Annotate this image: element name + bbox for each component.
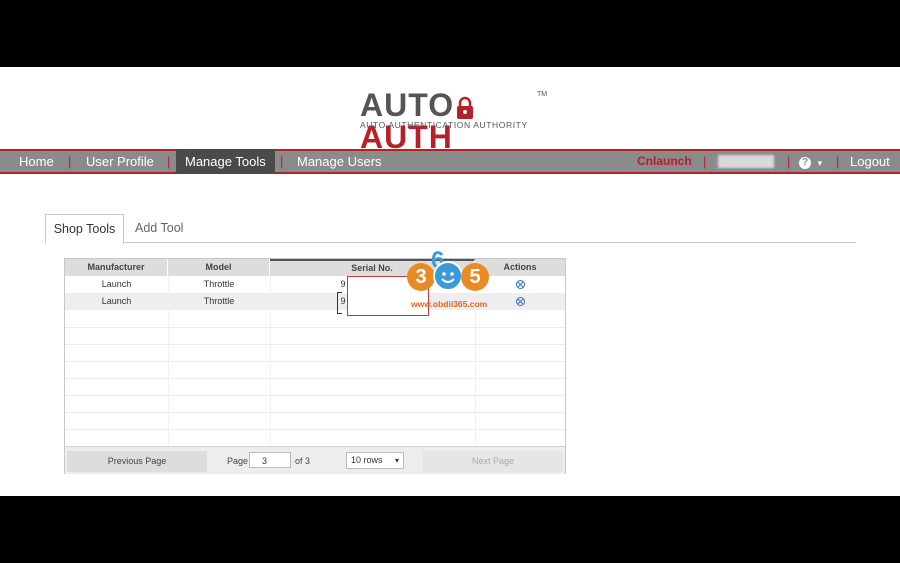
grid-empty-row-line <box>65 327 565 328</box>
next-page-button[interactable]: Next Page <box>423 451 563 472</box>
table-row[interactable]: Launch Throttle 9 <box>65 276 565 293</box>
autoauth-logo: AUTOAUTH TM AUTO AUTHENTICATION AUTHORIT… <box>360 87 550 153</box>
grid-empty-row-line <box>65 344 565 345</box>
remove-icon[interactable] <box>515 280 525 290</box>
redacted-account-name <box>718 155 774 168</box>
grid-pagination: Previous Page Page 3 of 3 10 rows ▾ Next… <box>65 446 565 474</box>
lock-icon <box>455 93 475 119</box>
cell-manufacturer: Launch <box>101 296 132 306</box>
rows-per-page-select[interactable]: 10 rows ▾ <box>346 452 404 469</box>
nav-current-user[interactable]: Cnlaunch <box>637 151 692 172</box>
grid-empty-row-line <box>65 395 565 396</box>
obdii365-watermark: 3 6 5 www.obdii365.com <box>405 247 490 309</box>
help-icon: ? <box>799 156 811 169</box>
app-page: AUTOAUTH TM AUTO AUTHENTICATION AUTHORIT… <box>0 67 900 496</box>
smiley-icon <box>433 261 463 291</box>
logo-text-auto: AUTO <box>360 87 455 123</box>
cell-model: Throttle <box>203 279 235 289</box>
page-total-label: of 3 <box>295 456 311 466</box>
watermark-url: www.obdii365.com <box>411 299 488 309</box>
logout-link[interactable]: Logout <box>850 151 890 172</box>
page-label: Page <box>227 456 249 466</box>
main-nav: Home | User Profile | Manage Tools | Man… <box>0 149 900 174</box>
column-header-model[interactable]: Model <box>168 259 270 276</box>
nav-separator: | <box>68 154 72 169</box>
tools-grid: Manufacturer Model Serial No. Actions La… <box>64 258 566 474</box>
previous-page-button[interactable]: Previous Page <box>67 451 207 472</box>
chevron-down-icon: ▾ <box>817 158 823 168</box>
rows-per-page-value: 10 rows <box>351 455 383 465</box>
serial-bracket <box>337 292 342 314</box>
logo-subtitle: AUTO AUTHENTICATION AUTHORITY <box>360 120 528 130</box>
page-number-input[interactable]: 3 <box>249 452 291 468</box>
nav-manage-tools[interactable]: Manage Tools <box>176 149 275 174</box>
watermark-digit-5: 5 <box>461 263 489 291</box>
remove-icon[interactable] <box>515 297 525 307</box>
nav-separator: | <box>280 154 284 169</box>
table-row[interactable]: Launch Throttle 9 <box>65 293 565 310</box>
grid-empty-row-line <box>65 412 565 413</box>
chevron-down-icon: ▾ <box>394 456 399 465</box>
nav-separator: | <box>167 154 171 169</box>
nav-user-profile[interactable]: User Profile <box>86 151 154 172</box>
grid-header: Manufacturer Model Serial No. Actions <box>65 259 565 276</box>
column-header-manufacturer[interactable]: Manufacturer <box>65 259 168 276</box>
nav-separator: | <box>836 154 840 169</box>
tabs-divider <box>45 242 856 243</box>
cell-model: Throttle <box>203 296 235 306</box>
nav-separator: | <box>787 154 791 169</box>
nav-home[interactable]: Home <box>19 151 54 172</box>
tab-add-tool[interactable]: Add Tool <box>135 214 183 242</box>
help-menu[interactable]: ? ▾ <box>799 151 822 172</box>
grid-empty-row-line <box>65 378 565 379</box>
grid-empty-row-line <box>65 361 565 362</box>
grid-empty-row-line <box>65 429 565 430</box>
nav-separator: | <box>703 154 707 169</box>
tab-shop-tools[interactable]: Shop Tools <box>45 214 124 244</box>
cell-manufacturer: Launch <box>101 279 132 289</box>
nav-manage-users[interactable]: Manage Users <box>297 151 382 172</box>
trademark-mark: TM <box>537 91 548 98</box>
